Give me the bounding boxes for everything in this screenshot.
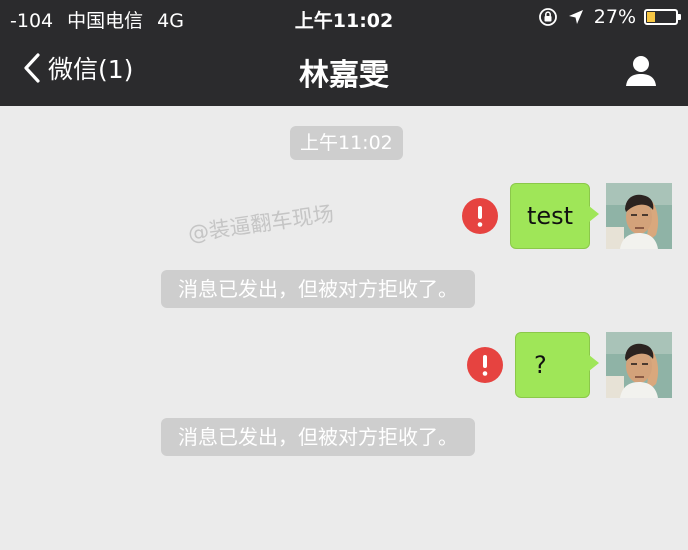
message-row: ? <box>467 332 672 398</box>
avatar[interactable] <box>606 183 672 249</box>
avatar[interactable] <box>606 332 672 398</box>
timestamp-pill: 上午11:02 <box>290 126 403 160</box>
error-exclamation-icon[interactable] <box>462 198 498 234</box>
chat-title: 林嘉雯 <box>299 58 389 93</box>
battery-icon <box>644 9 681 25</box>
message-bubble[interactable]: test <box>510 183 599 249</box>
battery-fill <box>647 12 655 22</box>
person-icon[interactable] <box>622 52 660 90</box>
status-right: 27% <box>538 6 681 28</box>
chat-area[interactable]: 上午11:02 @装逼翻车现场 test 消息已发出，但被对方拒收了。 ? 消息… <box>0 106 688 550</box>
rejected-notice: 消息已发出，但被对方拒收了。 <box>161 418 475 456</box>
status-bar: -104 中国电信 4G 上午11:02 27% <box>0 0 688 36</box>
message-text: test <box>527 202 574 230</box>
message-text: ? <box>534 351 547 379</box>
message-row: test <box>462 183 672 249</box>
watermark: @装逼翻车现场 <box>186 201 336 246</box>
error-exclamation-icon[interactable] <box>467 347 503 383</box>
rejected-notice: 消息已发出，但被对方拒收了。 <box>161 270 475 308</box>
location-arrow-icon <box>568 10 583 24</box>
battery-percent: 27% <box>593 6 636 28</box>
orientation-lock-icon <box>538 8 557 26</box>
nav-bar: 微信(1) 林嘉雯 <box>0 36 688 106</box>
message-bubble[interactable]: ? <box>515 332 599 398</box>
